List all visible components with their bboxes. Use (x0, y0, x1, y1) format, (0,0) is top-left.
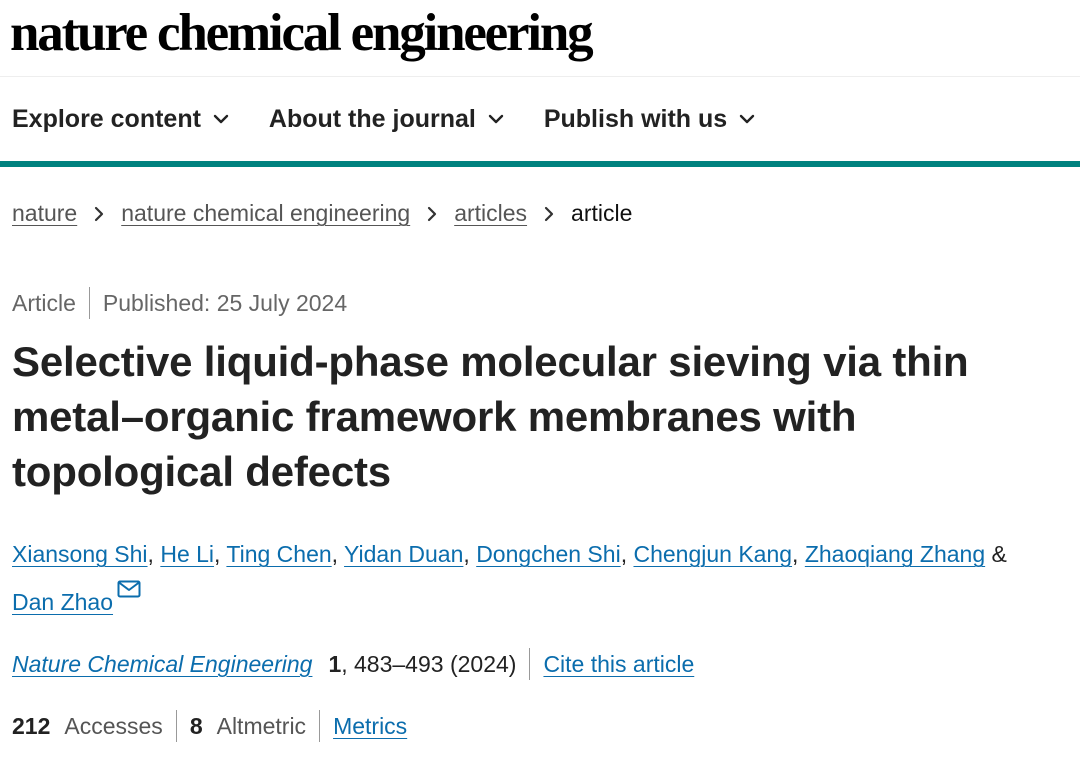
author-list: Xiansong Shi, He Li, Ting Chen, Yidan Du… (12, 541, 1007, 615)
breadcrumb-current: article (571, 200, 633, 226)
chevron-down-icon (488, 114, 504, 124)
pages-year: , 483–493 (2024) (341, 650, 517, 677)
main-nav: Explore content About the journal Publis… (0, 77, 1080, 167)
published-date: Published: 25 July 2024 (102, 289, 348, 316)
author-link[interactable]: Zhaoqiang Zhang (805, 541, 985, 567)
citation-line: Nature Chemical Engineering 1 , 483–493 … (12, 648, 694, 680)
divider (88, 287, 90, 319)
mail-icon[interactable] (117, 580, 141, 598)
chevron-right-icon (428, 206, 437, 221)
author-link[interactable]: Yidan Duan (344, 541, 463, 567)
author-conjunction: & (991, 541, 1007, 567)
divider (175, 710, 177, 742)
author-link[interactable]: Dan Zhao (12, 589, 113, 615)
nav-explore-content[interactable]: Explore content (12, 105, 229, 134)
author-link[interactable]: Xiansong Shi (12, 541, 148, 567)
nav-item-label: Publish with us (543, 104, 728, 133)
nav-publish-with-us[interactable]: Publish with us (544, 105, 755, 134)
chevron-right-icon (544, 206, 554, 221)
site-header: nature chemical engineering (0, 0, 1080, 77)
volume-number: 1 (328, 650, 342, 677)
altmetric-count: 8 (189, 712, 203, 739)
journal-link[interactable]: Nature Chemical Engineering (12, 651, 312, 678)
nav-item-label: About the journal (268, 104, 476, 133)
nav-list: Explore content About the journal Publis… (0, 77, 1080, 161)
journal-logo[interactable]: nature chemical engineering (10, 3, 594, 63)
chevron-down-icon (739, 114, 755, 124)
breadcrumb-link-nature[interactable]: nature (12, 200, 77, 227)
metrics-link[interactable]: Metrics (333, 713, 407, 740)
article-type: Article (12, 289, 76, 316)
nav-item-label: Explore content (12, 104, 201, 133)
article-meta: Article Published: 25 July 2024 (12, 287, 347, 319)
altmetric-label: Altmetric (216, 712, 307, 739)
author-link[interactable]: Chengjun Kang (633, 541, 792, 567)
breadcrumb-link-journal[interactable]: nature chemical engineering (121, 200, 410, 227)
chevron-right-icon (95, 206, 104, 221)
author-link[interactable]: He Li (160, 541, 214, 567)
chevron-down-icon (213, 114, 229, 124)
breadcrumb: nature nature chemical engineering artic… (12, 200, 632, 227)
nav-about-journal[interactable]: About the journal (269, 105, 504, 134)
author-link[interactable]: Ting Chen (226, 541, 331, 567)
accesses-count: 212 (12, 712, 51, 739)
article-title: Selective liquid-phase molecular sieving… (12, 338, 969, 495)
divider (529, 648, 531, 680)
cite-this-article-link[interactable]: Cite this article (543, 651, 694, 678)
author-link[interactable]: Dongchen Shi (476, 541, 621, 567)
accesses-label: Accesses (64, 712, 163, 739)
divider (319, 710, 321, 742)
breadcrumb-link-articles[interactable]: articles (454, 200, 527, 227)
metrics-line: 212 Accesses 8 Altmetric Metrics (12, 710, 407, 742)
